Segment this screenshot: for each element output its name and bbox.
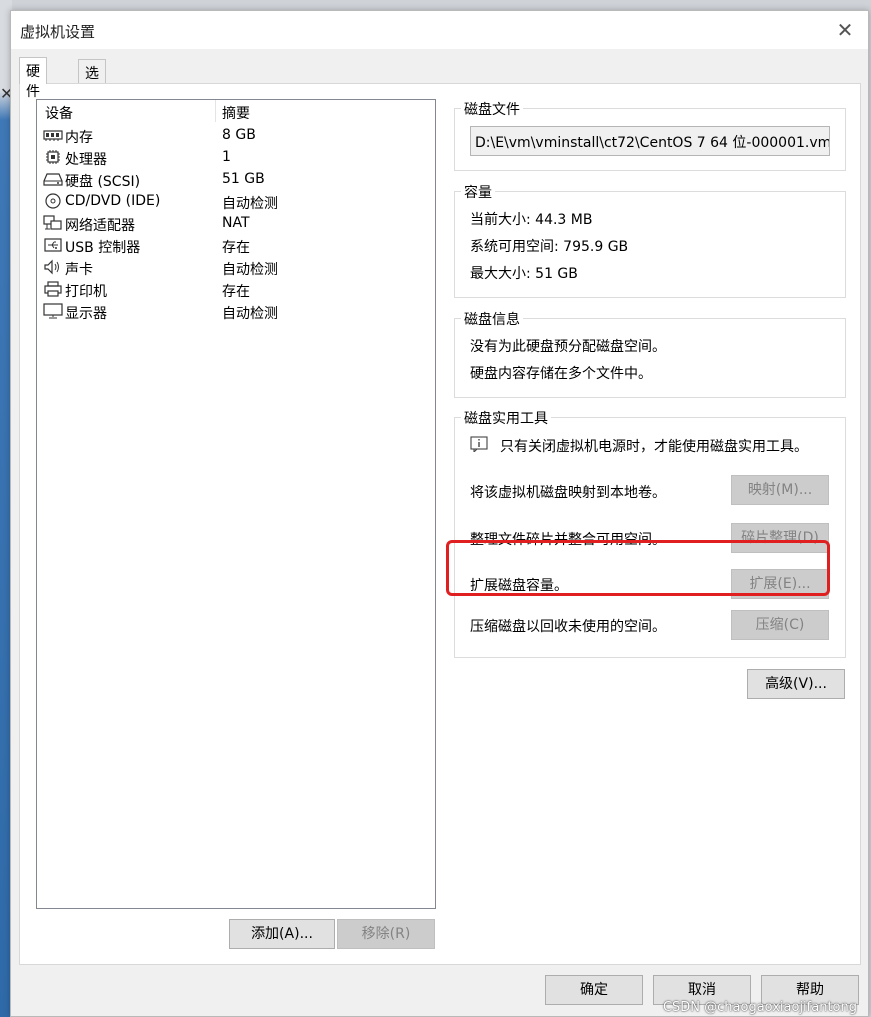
tab-hardware[interactable]: 硬件 bbox=[19, 57, 47, 100]
info-icon bbox=[470, 436, 488, 452]
device-name: 网络适配器 bbox=[65, 218, 135, 234]
hard-disk-icon bbox=[43, 173, 63, 186]
disk-info-line-2: 硬盘内容存储在多个文件中。 bbox=[470, 366, 652, 382]
close-icon[interactable]: ✕ bbox=[822, 11, 868, 49]
device-name: USB 控制器 bbox=[65, 240, 141, 256]
device-name: CD/DVD (IDE) bbox=[65, 193, 161, 209]
sound-card-icon bbox=[44, 259, 59, 275]
device-row-network-adapter[interactable]: 网络适配器 NAT bbox=[37, 212, 435, 234]
current-size-text: 当前大小: 44.3 MB bbox=[470, 212, 593, 228]
device-row-display[interactable]: 显示器 自动检测 bbox=[37, 300, 435, 322]
expand-disk-text: 扩展磁盘容量。 bbox=[470, 578, 568, 594]
display-icon bbox=[43, 303, 63, 319]
window-title: 虚拟机设置 bbox=[20, 23, 96, 41]
device-summary: 自动检测 bbox=[222, 262, 278, 278]
device-summary: 8 GB bbox=[222, 127, 256, 143]
disk-utilities-title: 磁盘实用工具 bbox=[461, 408, 551, 428]
vm-settings-dialog: 虚拟机设置 ✕ 硬件 选项 设备 摘要 内存 8 GB 处理器 1 bbox=[10, 10, 869, 1017]
device-summary: 存在 bbox=[222, 284, 250, 300]
device-row-memory[interactable]: 内存 8 GB bbox=[37, 124, 435, 146]
cd-dvd-icon bbox=[45, 193, 61, 209]
device-name: 硬盘 (SCSI) bbox=[65, 174, 141, 190]
device-summary: NAT bbox=[222, 215, 250, 231]
device-row-hard-disk[interactable]: 硬盘 (SCSI) 51 GB bbox=[37, 168, 435, 190]
network-adapter-icon bbox=[43, 215, 62, 230]
column-divider[interactable] bbox=[215, 100, 216, 122]
device-summary: 自动检测 bbox=[222, 306, 278, 322]
device-list-header: 设备 摘要 bbox=[37, 100, 435, 122]
disk-utilities-group: 磁盘实用工具 只有关闭虚拟机电源时，才能使用磁盘实用工具。 将该虚拟机磁盘映射到… bbox=[454, 408, 846, 658]
device-row-processor[interactable]: 处理器 1 bbox=[37, 146, 435, 168]
printer-icon bbox=[44, 281, 62, 297]
title-bar: 虚拟机设置 ✕ bbox=[11, 11, 868, 49]
device-row-printer[interactable]: 打印机 存在 bbox=[37, 278, 435, 300]
capacity-group: 容量 当前大小: 44.3 MB 系统可用空间: 795.9 GB 最大大小: … bbox=[454, 182, 846, 298]
disk-info-line-1: 没有为此硬盘预分配磁盘空间。 bbox=[470, 339, 666, 355]
power-off-notice: 只有关闭虚拟机电源时，才能使用磁盘实用工具。 bbox=[500, 439, 808, 455]
device-list[interactable]: 设备 摘要 内存 8 GB 处理器 1 硬盘 (SCSI) 51 GB CD/D… bbox=[36, 99, 436, 909]
hardware-panel: 设备 摘要 内存 8 GB 处理器 1 硬盘 (SCSI) 51 GB CD/D… bbox=[19, 83, 861, 965]
disk-info-group: 磁盘信息 没有为此硬盘预分配磁盘空间。 硬盘内容存储在多个文件中。 bbox=[454, 309, 846, 398]
ok-button[interactable]: 确定 bbox=[545, 975, 643, 1005]
device-row-cd-dvd[interactable]: CD/DVD (IDE) 自动检测 bbox=[37, 190, 435, 212]
remove-device-button[interactable]: 移除(R) bbox=[337, 919, 435, 949]
device-summary: 51 GB bbox=[222, 171, 265, 187]
device-row-sound-card[interactable]: 声卡 自动检测 bbox=[37, 256, 435, 278]
defragment-button[interactable]: 碎片整理(D) bbox=[731, 523, 829, 553]
processor-icon bbox=[46, 150, 60, 164]
compact-button[interactable]: 压缩(C) bbox=[731, 610, 829, 640]
device-summary: 存在 bbox=[222, 240, 250, 256]
defragment-text: 整理文件碎片并整合可用空间。 bbox=[470, 532, 666, 548]
capacity-title: 容量 bbox=[461, 182, 495, 202]
system-free-space-text: 系统可用空间: 795.9 GB bbox=[470, 239, 629, 255]
device-row-usb-controller[interactable]: USB 控制器 存在 bbox=[37, 234, 435, 256]
max-size-text: 最大大小: 51 GB bbox=[470, 266, 578, 282]
compact-disk-text: 压缩磁盘以回收未使用的空间。 bbox=[470, 619, 666, 635]
watermark: CSDN @chaogaoxiaojifantong bbox=[662, 1000, 857, 1015]
device-summary: 1 bbox=[222, 149, 231, 165]
device-summary: 自动检测 bbox=[222, 196, 278, 212]
device-name: 显示器 bbox=[65, 306, 107, 322]
column-header-device[interactable]: 设备 bbox=[45, 103, 73, 123]
device-name: 内存 bbox=[65, 130, 93, 146]
device-name: 打印机 bbox=[65, 284, 107, 300]
disk-file-path-field[interactable]: D:\E\vm\vminstall\ct72\CentOS 7 64 位-000… bbox=[470, 126, 830, 156]
advanced-button[interactable]: 高级(V)... bbox=[747, 669, 845, 699]
disk-file-title: 磁盘文件 bbox=[461, 99, 523, 119]
tab-options[interactable]: 选项 bbox=[78, 59, 106, 102]
memory-icon bbox=[43, 130, 63, 141]
expand-button[interactable]: 扩展(E)... bbox=[731, 569, 829, 599]
device-name: 处理器 bbox=[65, 152, 107, 168]
map-disk-text: 将该虚拟机磁盘映射到本地卷。 bbox=[470, 485, 666, 501]
add-device-button[interactable]: 添加(A)... bbox=[229, 919, 335, 949]
disk-file-group: 磁盘文件 D:\E\vm\vminstall\ct72\CentOS 7 64 … bbox=[454, 99, 846, 171]
map-button[interactable]: 映射(M)... bbox=[731, 475, 829, 505]
disk-info-title: 磁盘信息 bbox=[461, 309, 523, 329]
usb-icon bbox=[44, 238, 62, 252]
column-header-summary[interactable]: 摘要 bbox=[222, 103, 250, 123]
device-name: 声卡 bbox=[65, 262, 93, 278]
